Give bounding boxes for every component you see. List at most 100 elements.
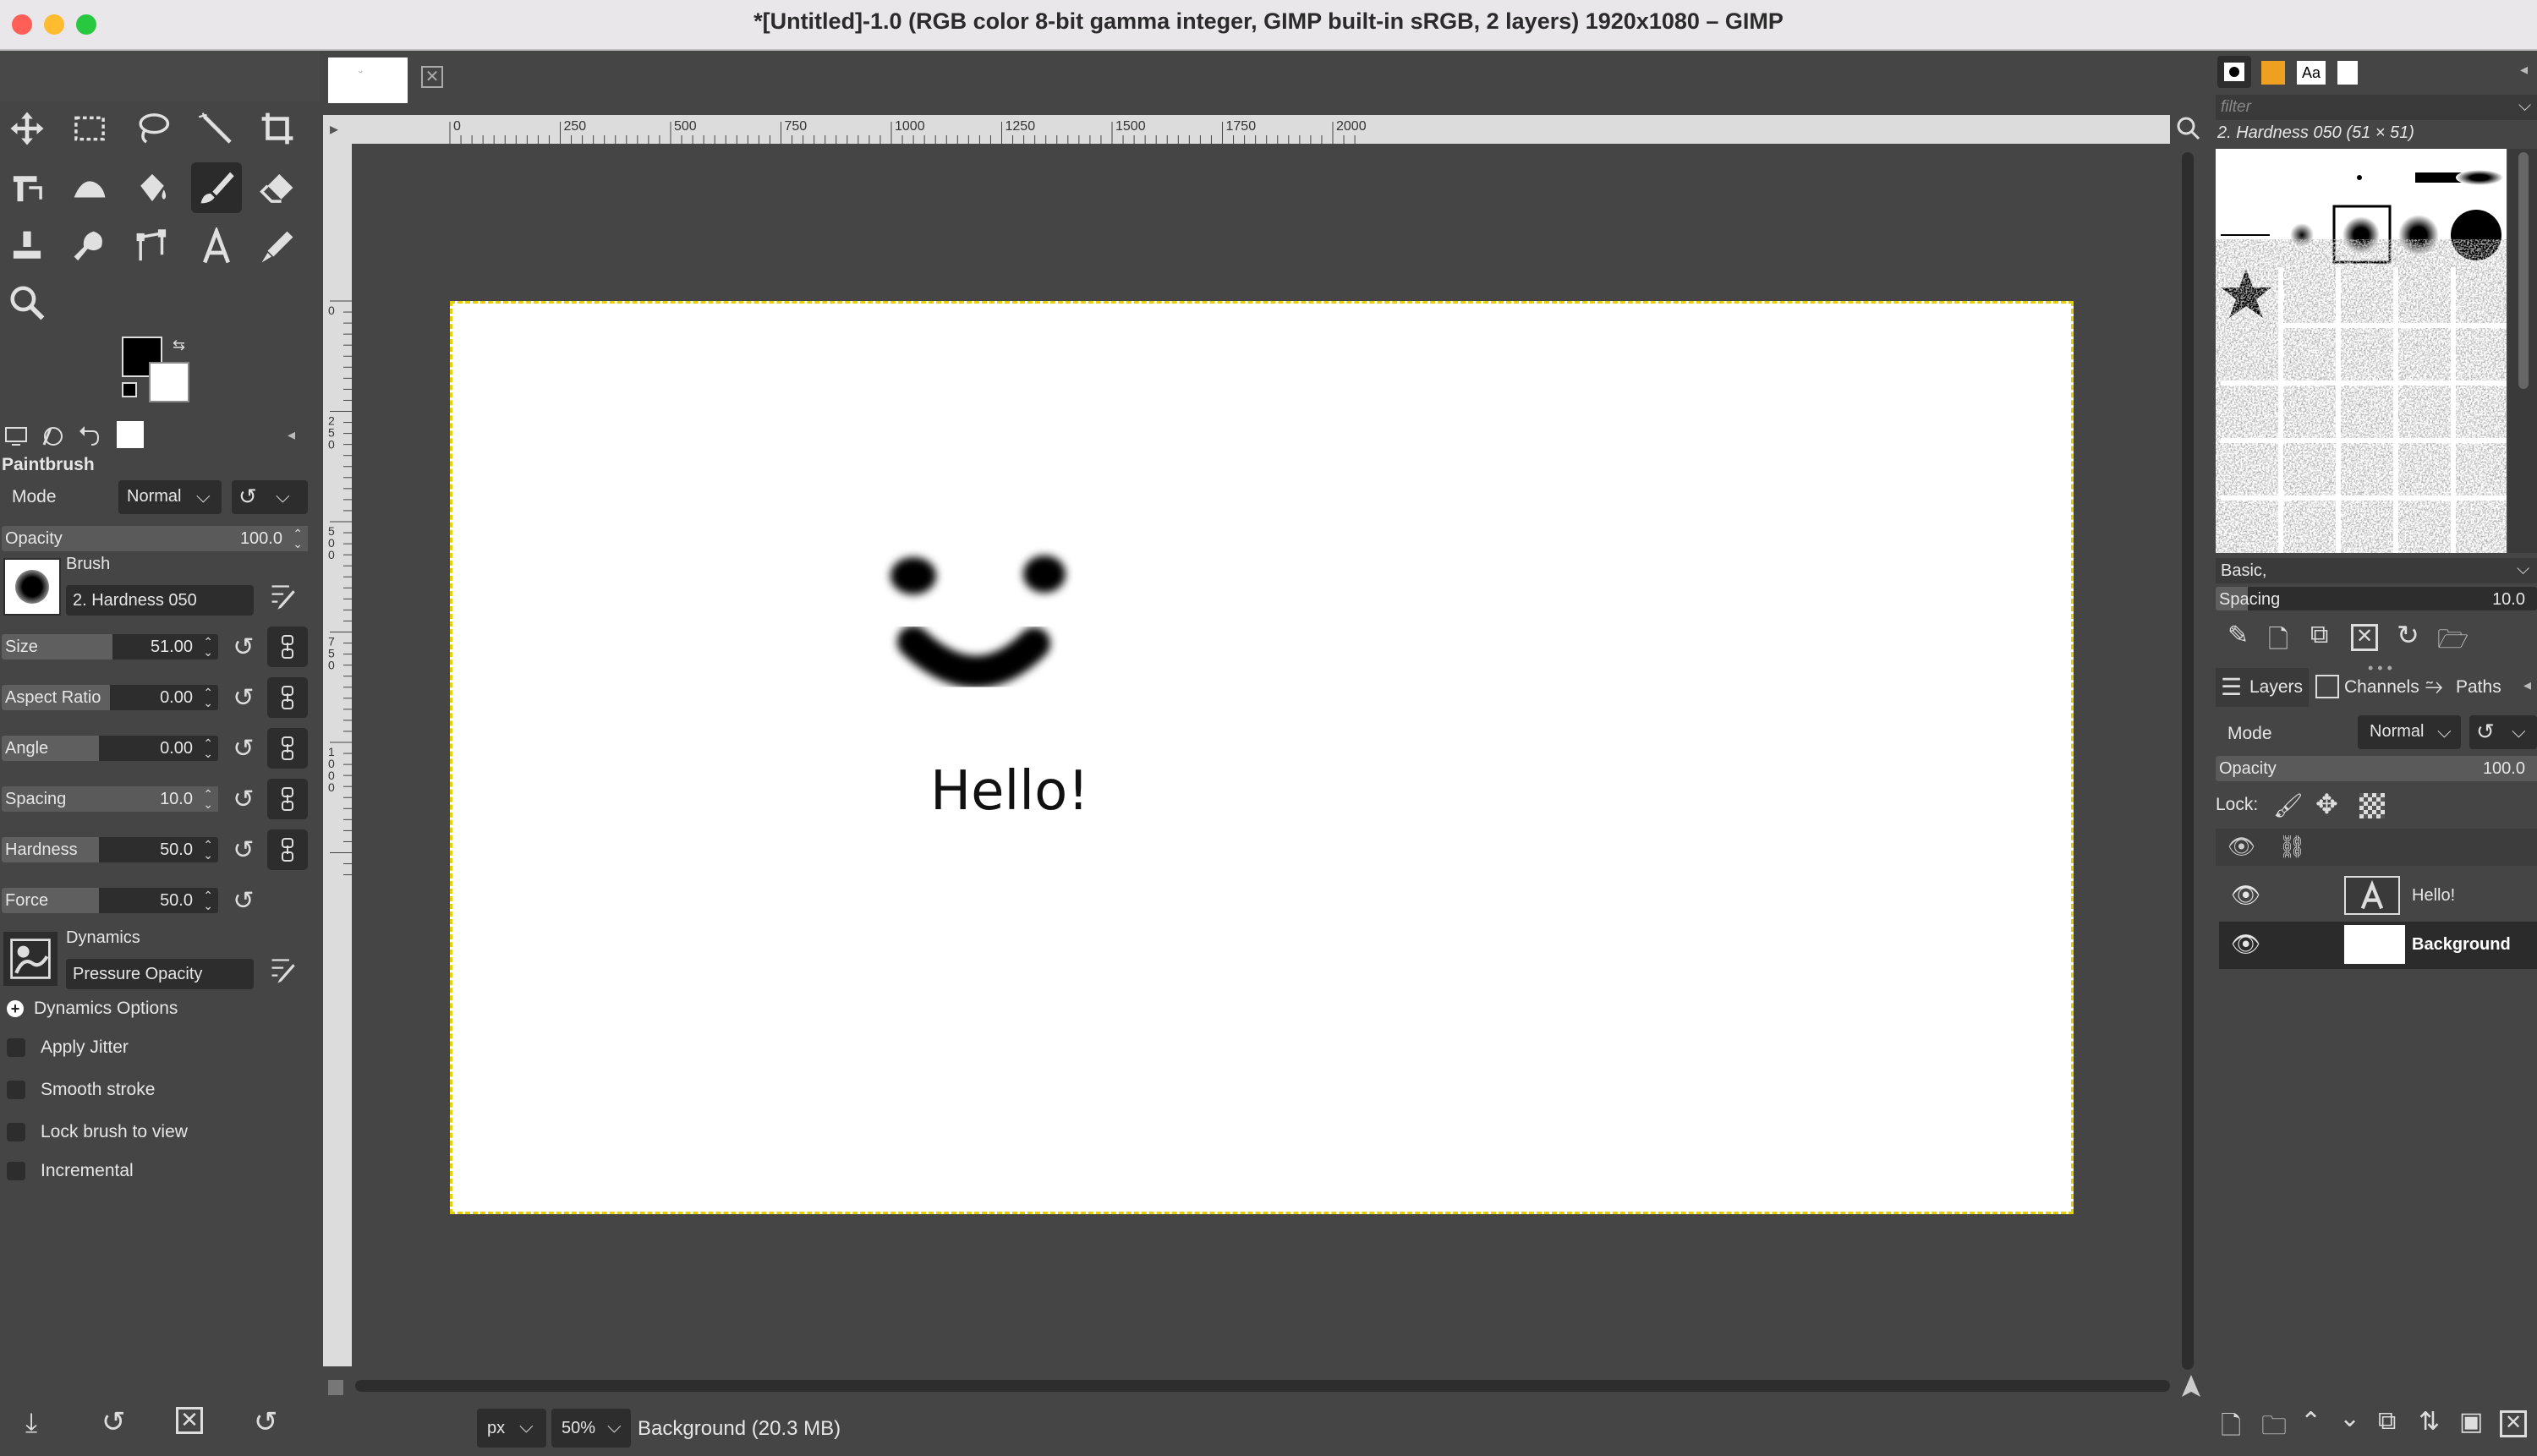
warp-transform-tool[interactable] bbox=[64, 162, 115, 213]
vertical-scroll-thumb[interactable] bbox=[2182, 152, 2194, 1370]
bucket-fill-tool[interactable] bbox=[127, 162, 178, 213]
crop-tool[interactable] bbox=[252, 103, 303, 154]
rect-select-tool[interactable] bbox=[64, 103, 115, 154]
horizontal-scrollbar[interactable] bbox=[352, 1373, 2173, 1399]
navigation-arrow[interactable] bbox=[2178, 1373, 2204, 1399]
horizontal-scroll-thumb[interactable] bbox=[355, 1380, 2170, 1392]
text-tool[interactable] bbox=[191, 222, 242, 272]
restore-tool-preset-button[interactable]: ↺ bbox=[101, 1405, 126, 1439]
angle-slider[interactable]: Angle 0.00 ⌃ ⌄ bbox=[2, 736, 218, 761]
mode-select[interactable]: Normal ⌵ bbox=[118, 480, 222, 514]
smooth-stroke-checkbox[interactable]: Smooth stroke bbox=[7, 1077, 155, 1103]
brush-grid-scrollbar[interactable] bbox=[2508, 149, 2537, 553]
images-tab[interactable] bbox=[117, 421, 144, 448]
eraser-tool[interactable] bbox=[252, 162, 303, 213]
reset-angle-button[interactable]: ↺ bbox=[227, 731, 260, 765]
apply-jitter-checkbox[interactable]: Apply Jitter bbox=[7, 1035, 129, 1060]
zoom-fit-button[interactable] bbox=[2175, 115, 2200, 144]
hardness-slider[interactable]: Hardness 50.0 ⌃ ⌄ bbox=[2, 837, 218, 862]
reset-spacing-button[interactable]: ↺ bbox=[227, 782, 260, 816]
delete-tool-preset-button[interactable]: ✕ bbox=[176, 1407, 203, 1434]
lock-pixels-button[interactable]: 🖌 bbox=[2273, 791, 2304, 819]
duplicate-layer-button[interactable]: ⧉ bbox=[2378, 1407, 2396, 1436]
eye-icon[interactable]: 👁 bbox=[2231, 930, 2261, 958]
eye-icon[interactable]: 👁 bbox=[2231, 881, 2261, 909]
reset-size-button[interactable]: ↺ bbox=[227, 630, 260, 664]
patterns-tab[interactable] bbox=[2261, 61, 2285, 85]
brushes-tab[interactable] bbox=[2217, 56, 2251, 88]
panel-menu-icon[interactable]: ◂ bbox=[2523, 676, 2531, 694]
brush-name-field[interactable]: 2. Hardness 050 bbox=[66, 585, 254, 616]
aspect-ratio-slider[interactable]: Aspect Ratio 0.00 ⌃ ⌄ bbox=[2, 685, 218, 710]
hello-text-layer[interactable]: Hello! bbox=[930, 760, 1089, 823]
lock-position-button[interactable]: ✥ bbox=[2315, 788, 2338, 820]
link-spacing-button[interactable] bbox=[267, 779, 308, 819]
layer-mode-reset[interactable]: ↺ ⌵ bbox=[2469, 715, 2537, 749]
lock-brush-checkbox[interactable]: Lock brush to view bbox=[7, 1119, 188, 1145]
unit-select[interactable]: px ⌵ bbox=[477, 1409, 546, 1448]
link-angle-button[interactable] bbox=[267, 728, 308, 769]
brush-filter-input[interactable]: filter ⌵ bbox=[2216, 95, 2537, 120]
lock-alpha-button[interactable] bbox=[2359, 793, 2385, 818]
dynamics-options-expander[interactable]: + Dynamics Options bbox=[7, 996, 178, 1021]
open-brush-as-image-action[interactable]: 🗁 bbox=[2437, 621, 2469, 664]
image-tab-thumbnail[interactable]: ᵕ bbox=[328, 57, 408, 103]
lower-layer-button[interactable]: ⌄ bbox=[2339, 1404, 2360, 1433]
vertical-ruler[interactable]: 02505007501000 bbox=[323, 144, 352, 1366]
delete-layer-button[interactable]: ✕ bbox=[2500, 1410, 2527, 1437]
reset-aspect-ratio-button[interactable]: ↺ bbox=[227, 681, 260, 714]
edit-dynamics-button[interactable] bbox=[266, 954, 299, 988]
brush-scroll-thumb[interactable] bbox=[2518, 152, 2529, 389]
duplicate-brush-action[interactable]: ⧉ bbox=[2310, 621, 2328, 649]
edit-brush-action[interactable]: ✎ bbox=[2227, 621, 2249, 650]
vertical-scrollbar[interactable] bbox=[2175, 144, 2200, 1370]
device-status-tab[interactable] bbox=[39, 423, 64, 448]
link-aspect-ratio-button[interactable] bbox=[267, 677, 308, 718]
spacing-slider[interactable]: Spacing 10.0 ⌃ ⌄ bbox=[2, 786, 218, 812]
unified-transform-tool[interactable] bbox=[2, 162, 52, 213]
layer-opacity-slider[interactable]: Opacity 100.0 bbox=[2216, 756, 2537, 781]
link-size-button[interactable] bbox=[267, 627, 308, 667]
size-slider[interactable]: Size 51.00 ⌃ ⌄ bbox=[2, 634, 218, 660]
image-canvas[interactable]: Hello! bbox=[450, 301, 2074, 1214]
layers-tab[interactable]: ☰ Layers bbox=[2216, 668, 2309, 707]
layer-row-background[interactable]: 👁 Background bbox=[2219, 922, 2537, 969]
new-layer-group-button[interactable]: 🗀 bbox=[2261, 1407, 2287, 1450]
reset-hardness-button[interactable]: ↺ bbox=[227, 833, 260, 867]
raise-layer-button[interactable]: ⌃ bbox=[2300, 1407, 2321, 1437]
save-tool-preset-button[interactable]: ⤓ bbox=[25, 1407, 37, 1439]
tool-options-tab[interactable] bbox=[3, 423, 29, 448]
reset-colors-icon[interactable] bbox=[122, 382, 137, 397]
mode-reset-button[interactable]: ↺ ⌵ bbox=[232, 480, 308, 514]
lasso-tool[interactable] bbox=[127, 103, 178, 154]
channels-tab[interactable]: Channels bbox=[2310, 668, 2420, 707]
fuzzy-select-tool[interactable] bbox=[191, 103, 242, 154]
refresh-brushes-action[interactable]: ↻ bbox=[2397, 619, 2419, 651]
edit-brush-button[interactable] bbox=[266, 580, 299, 614]
zoom-tool[interactable] bbox=[2, 277, 52, 328]
swap-colors-icon[interactable]: ⇆ bbox=[173, 337, 185, 354]
anchor-layer-button[interactable]: ⇅ bbox=[2419, 1407, 2440, 1437]
background-color[interactable] bbox=[149, 362, 189, 402]
force-slider[interactable]: Force 50.0 ⌃ ⌄ bbox=[2, 888, 218, 913]
horizontal-ruler[interactable]: 0 250 500 750 1000 1250 1500 1750 2000 bbox=[352, 115, 2170, 144]
brush-tag-field[interactable]: Basic, ⌵ bbox=[2216, 558, 2537, 583]
undo-history-tab[interactable] bbox=[76, 423, 101, 448]
opacity-slider[interactable]: Opacity 100.0 ⌃ ⌄ bbox=[2, 526, 308, 551]
documents-tab[interactable] bbox=[2337, 61, 2358, 85]
paths-tab[interactable]: ⥲ Paths bbox=[2422, 668, 2517, 707]
brush-grid[interactable] bbox=[2216, 149, 2507, 553]
ruler-corner[interactable]: ▸ bbox=[323, 115, 352, 144]
dynamics-field[interactable]: Pressure Opacity bbox=[66, 959, 254, 989]
mask-layer-button[interactable]: ▣ bbox=[2459, 1407, 2483, 1437]
dynamics-preview[interactable] bbox=[3, 932, 58, 986]
fonts-tab[interactable]: Aa bbox=[2297, 61, 2326, 85]
paintbrush-tool[interactable] bbox=[191, 162, 242, 213]
close-tab-button[interactable]: ✕ bbox=[421, 66, 443, 88]
paths-tool[interactable] bbox=[127, 222, 178, 272]
brush-preview[interactable] bbox=[3, 558, 61, 616]
new-brush-action[interactable]: 🗋 bbox=[2268, 621, 2288, 664]
delete-brush-action[interactable]: ✕ bbox=[2351, 624, 2378, 651]
new-layer-button[interactable]: 🗋 bbox=[2221, 1407, 2241, 1450]
smudge-tool[interactable] bbox=[64, 222, 115, 272]
